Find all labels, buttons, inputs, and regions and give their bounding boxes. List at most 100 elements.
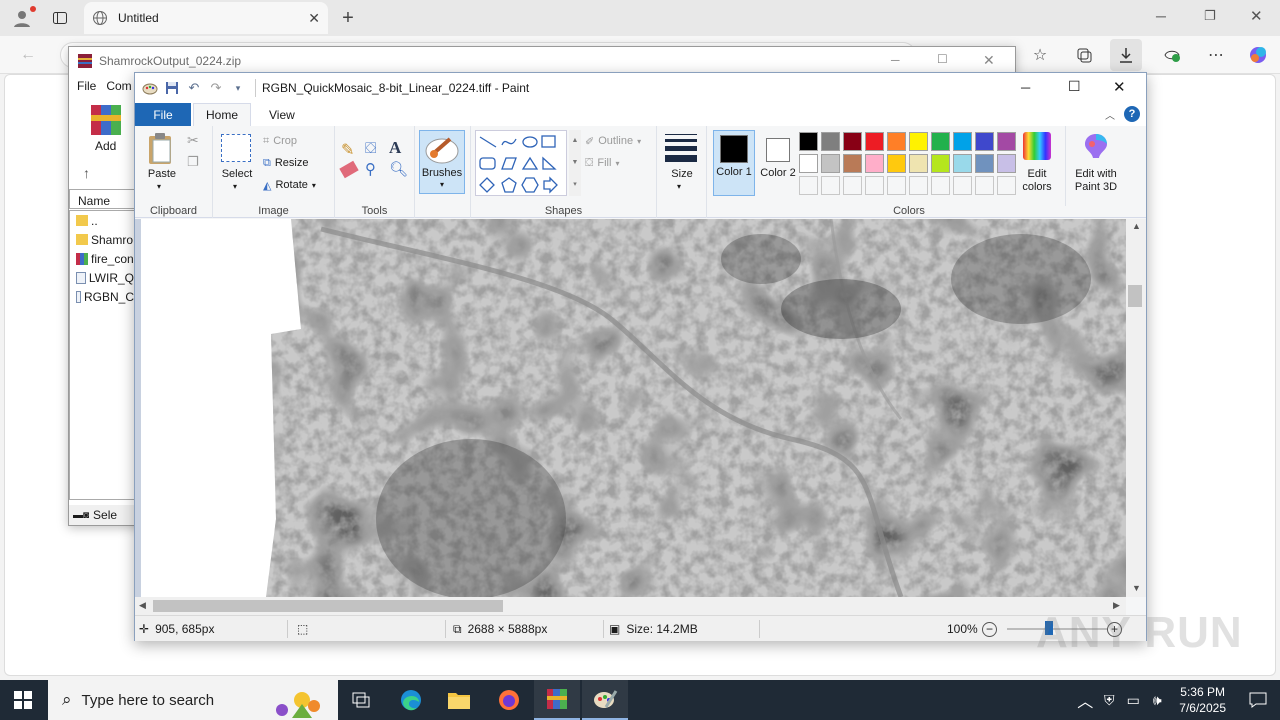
downloads-icon[interactable]: [1110, 39, 1142, 71]
paste-icon[interactable]: [147, 132, 175, 166]
palette-swatch[interactable]: [975, 154, 994, 173]
tab-actions-icon[interactable]: [44, 2, 76, 34]
list-item[interactable]: RGBN_C: [70, 287, 134, 306]
tray-security-icon[interactable]: ⛨: [1097, 684, 1121, 716]
scroll-down-icon[interactable]: ▼: [1132, 583, 1141, 593]
taskbar-paint[interactable]: [582, 680, 628, 720]
palette-swatch[interactable]: [909, 132, 928, 151]
paint-close-icon[interactable]: ✕: [1113, 78, 1126, 96]
horizontal-scrollbar[interactable]: ◀ ▶: [135, 597, 1126, 615]
tab-file[interactable]: File: [135, 103, 191, 126]
winrar-menu-file[interactable]: File: [77, 79, 96, 93]
magnifier-icon[interactable]: 🔍︎: [389, 160, 408, 178]
crop-button[interactable]: ⌗ Crop: [263, 131, 297, 151]
palette-swatch[interactable]: [821, 132, 840, 151]
paste-dropdown-icon[interactable]: ▾: [157, 182, 161, 191]
palette-swatch[interactable]: [931, 154, 950, 173]
list-item[interactable]: Shamro: [70, 230, 134, 249]
copy-icon[interactable]: ❐: [187, 154, 199, 170]
taskbar-firefox[interactable]: [486, 680, 532, 720]
collections-icon[interactable]: [1068, 39, 1100, 71]
palette-swatch[interactable]: [887, 132, 906, 151]
palette-swatch[interactable]: [799, 154, 818, 173]
collapse-ribbon-icon[interactable]: ︿: [1105, 107, 1115, 122]
select-button[interactable]: Select: [217, 168, 257, 181]
list-item[interactable]: fire_con: [70, 249, 134, 268]
winrar-maximize-icon[interactable]: ☐: [937, 52, 948, 66]
text-tool-icon[interactable]: A: [389, 138, 401, 158]
vertical-scroll-thumb[interactable]: [1128, 285, 1142, 307]
palette-swatch[interactable]: [843, 176, 862, 195]
extensions-icon[interactable]: [1156, 39, 1188, 71]
rotate-button[interactable]: ◭ Rotate ▾: [263, 175, 316, 195]
paint-maximize-icon[interactable]: ☐: [1068, 78, 1081, 95]
palette-swatch[interactable]: [865, 154, 884, 173]
resize-button[interactable]: ⧉ Resize: [263, 153, 308, 173]
fill-bucket-icon[interactable]: ⛋: [365, 140, 376, 157]
winrar-column-name[interactable]: Name: [69, 189, 135, 209]
zoom-out-button[interactable]: −: [982, 622, 997, 637]
palette-swatch[interactable]: [931, 176, 950, 195]
palette-swatch[interactable]: [821, 176, 840, 195]
winrar-menu-commands[interactable]: Com: [106, 79, 131, 93]
tab-view[interactable]: View: [257, 103, 307, 126]
task-view-button[interactable]: [338, 680, 384, 720]
palette-swatch[interactable]: [887, 176, 906, 195]
copilot-icon[interactable]: [1242, 39, 1274, 71]
volume-icon[interactable]: 🕪︎: [1145, 684, 1169, 716]
color2-button[interactable]: Color 2: [757, 130, 799, 196]
scroll-left-icon[interactable]: ◀: [139, 600, 146, 611]
scroll-up-icon[interactable]: ▲: [1132, 221, 1141, 231]
winrar-add-button[interactable]: Add: [95, 139, 116, 153]
vertical-scrollbar[interactable]: ▲ ▼: [1126, 219, 1146, 597]
palette-swatch[interactable]: [887, 154, 906, 173]
color1-button[interactable]: Color 1: [713, 130, 755, 196]
palette-swatch[interactable]: [865, 176, 884, 195]
winrar-close-icon[interactable]: ✕: [983, 52, 995, 69]
palette-swatch[interactable]: [953, 176, 972, 195]
horizontal-scroll-thumb[interactable]: [153, 600, 503, 612]
taskbar-winrar[interactable]: [534, 680, 580, 720]
minimize-icon[interactable]: ─: [1156, 8, 1166, 24]
qat-customize-icon[interactable]: ▾: [227, 77, 249, 99]
palette-swatch[interactable]: [931, 132, 950, 151]
palette-swatch[interactable]: [909, 176, 928, 195]
cut-icon[interactable]: ✂: [187, 132, 199, 149]
canvas[interactable]: [141, 219, 1126, 597]
paint3d-button[interactable]: Edit with Paint 3D: [1067, 168, 1125, 194]
edit-colors-button[interactable]: Edit colors: [1013, 168, 1061, 194]
eraser-icon[interactable]: [339, 160, 359, 179]
tray-overflow-icon[interactable]: ︿: [1073, 684, 1097, 716]
browser-tab[interactable]: Untitled ✕: [84, 2, 328, 34]
start-button[interactable]: [0, 680, 46, 720]
fill-button[interactable]: ⛋ Fill ▾: [585, 153, 619, 173]
size-group[interactable]: Size ▾: [657, 126, 707, 218]
taskbar-clock[interactable]: 5:36 PM 7/6/2025: [1169, 684, 1236, 716]
taskbar-search[interactable]: ⌕ Type here to search: [48, 680, 338, 720]
palette-swatch[interactable]: [799, 132, 818, 151]
palette-swatch[interactable]: [953, 132, 972, 151]
network-icon[interactable]: ▭: [1121, 684, 1145, 716]
winrar-add-icon[interactable]: [89, 103, 129, 137]
restore-icon[interactable]: ❐: [1204, 8, 1216, 24]
winrar-minimize-icon[interactable]: ─: [891, 53, 900, 67]
favorites-icon[interactable]: ☆: [1024, 39, 1056, 71]
edit-colors-icon[interactable]: [1023, 132, 1051, 160]
close-window-icon[interactable]: ✕: [1250, 7, 1263, 25]
close-tab-icon[interactable]: ✕: [308, 10, 320, 27]
select-icon[interactable]: [221, 134, 251, 162]
palette-swatch[interactable]: [909, 154, 928, 173]
redo-icon[interactable]: ↷: [205, 77, 227, 99]
brushes-button[interactable]: Brushes ▾: [419, 130, 465, 194]
more-menu-icon[interactable]: ⋯: [1200, 39, 1232, 71]
paint-minimize-icon[interactable]: ─: [1021, 80, 1030, 95]
palette-swatch[interactable]: [975, 132, 994, 151]
list-item[interactable]: LWIR_Q: [70, 268, 134, 287]
save-icon[interactable]: [161, 77, 183, 99]
pencil-icon[interactable]: ✎: [341, 140, 354, 160]
palette-swatch[interactable]: [843, 154, 862, 173]
paint3d-icon[interactable]: [1083, 132, 1109, 162]
undo-icon[interactable]: ↶: [183, 77, 205, 99]
palette-swatch[interactable]: [953, 154, 972, 173]
paste-button[interactable]: Paste: [141, 168, 183, 181]
